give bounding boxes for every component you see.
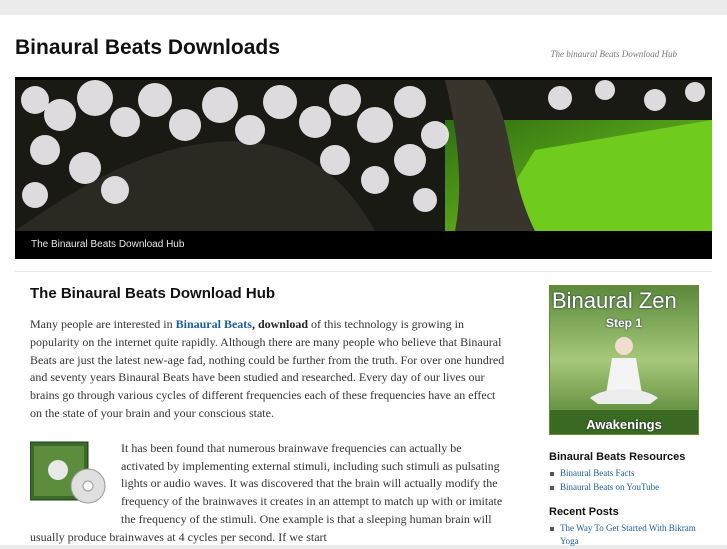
- ad-subtitle: Awakenings: [586, 417, 662, 432]
- resource-link-youtube[interactable]: Binaural Beats on YouTube: [560, 482, 659, 492]
- post-title[interactable]: The Binaural Beats Download Hub: [30, 285, 506, 302]
- list-item: The Way To Get Started With Bikram Yoga: [549, 522, 709, 548]
- site-title[interactable]: Binaural Beats Downloads: [15, 36, 280, 60]
- ad-title: Binaural Zen: [552, 288, 677, 313]
- para1-intro: Many people are interested in: [30, 317, 176, 331]
- recent-post-link[interactable]: The Way To Get Started With Bikram Yoga: [560, 523, 696, 546]
- page-container: Binaural Beats Downloads The binaural Be…: [0, 15, 727, 547]
- list-item: Binaural Beats on YouTube: [549, 481, 709, 494]
- site-description: The binaural Beats Download Hub: [550, 49, 677, 59]
- header-banner: The Binaural Beats Download Hub: [15, 77, 712, 259]
- cd-product-image: [29, 440, 106, 510]
- para1-rest: of this technology is growing in popular…: [30, 317, 505, 420]
- resource-link-facts[interactable]: Binaural Beats Facts: [560, 468, 634, 478]
- download-bold: download: [257, 317, 308, 331]
- post-paragraph-1: Many people are interested in Binaural B…: [30, 316, 506, 423]
- sidebar: Binaural Zen Step 1 Awakenings Binaural …: [549, 285, 709, 549]
- ad-step: Step 1: [605, 316, 642, 330]
- binaural-beats-link[interactable]: Binaural Beats: [176, 317, 252, 331]
- list-item: Binaural Beats Facts: [549, 467, 709, 480]
- resources-list: Binaural Beats Facts Binaural Beats on Y…: [549, 467, 709, 494]
- post-paragraph-2-block: It has been found that numerous brainwav…: [29, 440, 506, 547]
- main-content: The Binaural Beats Download Hub Many peo…: [29, 285, 506, 547]
- main-nav: The Binaural Beats Download Hub: [15, 231, 712, 259]
- recent-posts-list: The Way To Get Started With Bikram Yoga: [549, 522, 709, 548]
- resources-widget: Binaural Beats Resources Binaural Beats …: [549, 451, 709, 494]
- recent-posts-widget: Recent Posts The Way To Get Started With…: [549, 506, 709, 548]
- binaural-zen-ad[interactable]: Binaural Zen Step 1 Awakenings: [549, 285, 699, 435]
- recent-posts-title: Recent Posts: [549, 506, 619, 518]
- header-divider: [15, 271, 712, 272]
- cherry-blossom-image: [15, 80, 712, 231]
- nav-item-home[interactable]: The Binaural Beats Download Hub: [31, 239, 184, 250]
- resources-title: Binaural Beats Resources: [549, 451, 686, 463]
